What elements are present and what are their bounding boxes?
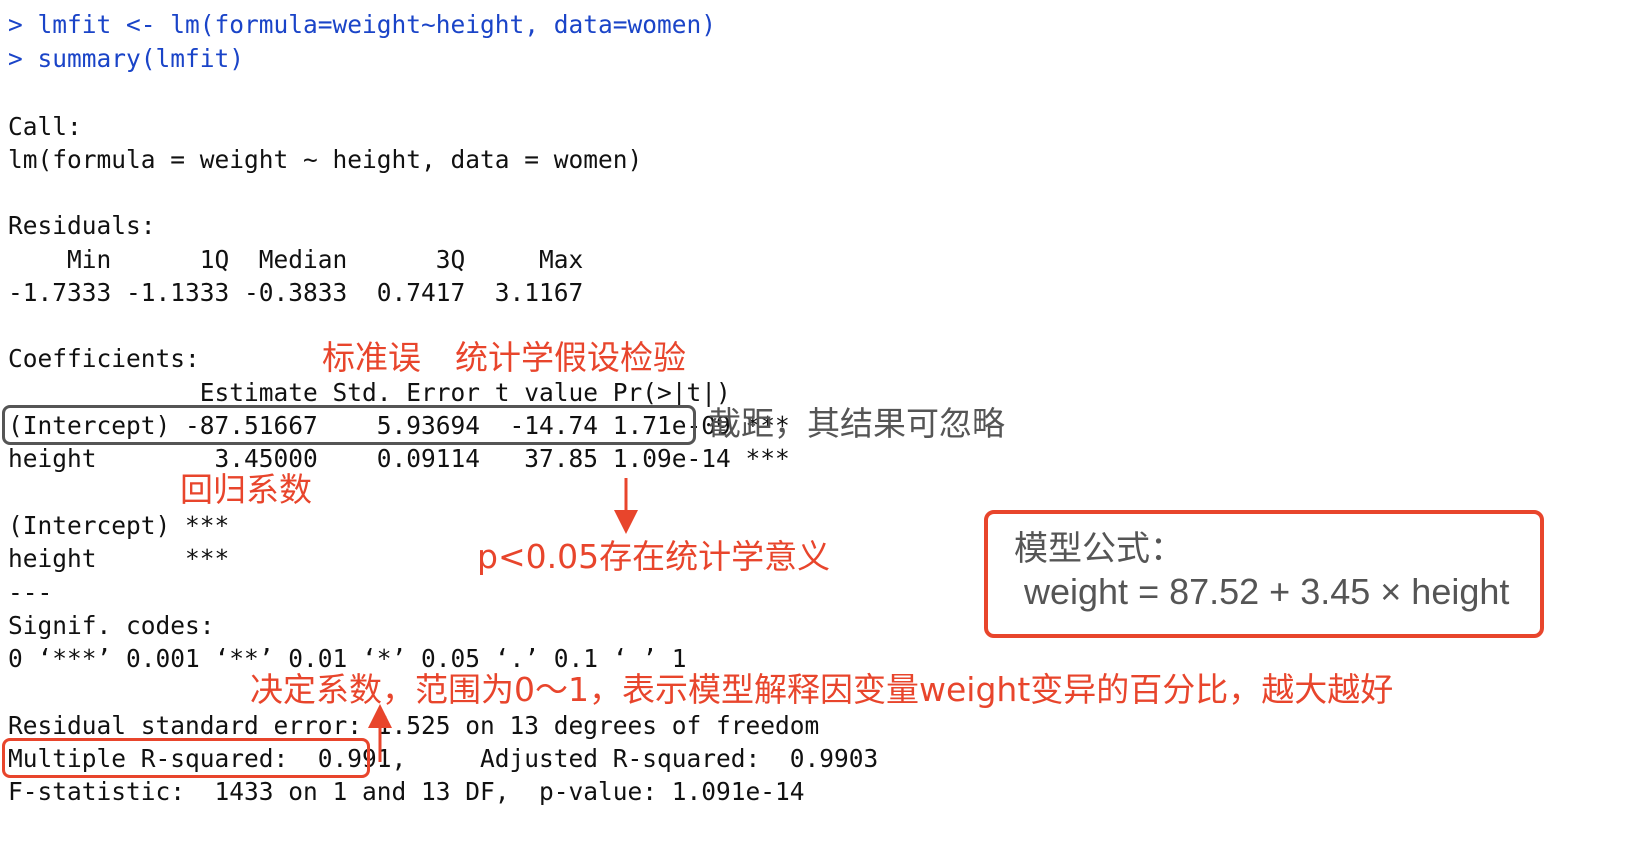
f-statistic-line: F-statistic: 1433 on 1 and 13 DF, p-valu… — [8, 777, 805, 806]
annotation-intercept-note: 截距，其结果可忽略 — [708, 404, 1005, 443]
signif-stars-intercept: (Intercept) *** — [8, 511, 230, 540]
residuals-header: Residuals: — [8, 211, 156, 240]
call-formula: lm(formula = weight ~ height, data = wom… — [8, 145, 643, 174]
r-squared-highlight-box — [2, 738, 370, 778]
coef-row-height: height 3.45000 0.09114 37.85 1.09e-14 **… — [8, 444, 790, 473]
annotation-regression-coef: 回归系数 — [180, 470, 312, 509]
annotation-hypothesis-test: 统计学假设检验 — [455, 338, 686, 377]
intercept-highlight-box — [2, 405, 696, 445]
console-command-summary: > summary(lmfit) — [8, 44, 245, 73]
annotation-p-value: p<0.05存在统计学意义 — [477, 537, 831, 576]
signif-stars-height: height *** — [8, 544, 230, 573]
model-formula-expression: weight = 87.52 + 3.45 × height — [1024, 571, 1510, 612]
console-command-lm: > lmfit <- lm(formula=weight~height, dat… — [8, 10, 717, 39]
separator-line: --- — [8, 578, 53, 607]
annotation-r-squared: 决定系数，范围为0～1，表示模型解释因变量weight变异的百分比，越大越好 — [250, 670, 1394, 709]
coefficients-header: Coefficients: — [8, 344, 200, 373]
call-header: Call: — [8, 112, 82, 141]
residuals-labels: Min 1Q Median 3Q Max — [8, 245, 599, 274]
model-formula-box: 模型公式： weight = 87.52 + 3.45 × height — [984, 510, 1544, 638]
model-formula-title: 模型公式： — [1014, 530, 1184, 568]
signif-codes-header: Signif. codes: — [8, 611, 245, 640]
residuals-values: -1.7333 -1.1333 -0.3833 0.7417 3.1167 — [8, 278, 599, 307]
annotation-std-error: 标准误 — [322, 338, 421, 377]
r-console-screenshot: > lmfit <- lm(formula=weight~height, dat… — [0, 0, 1640, 852]
